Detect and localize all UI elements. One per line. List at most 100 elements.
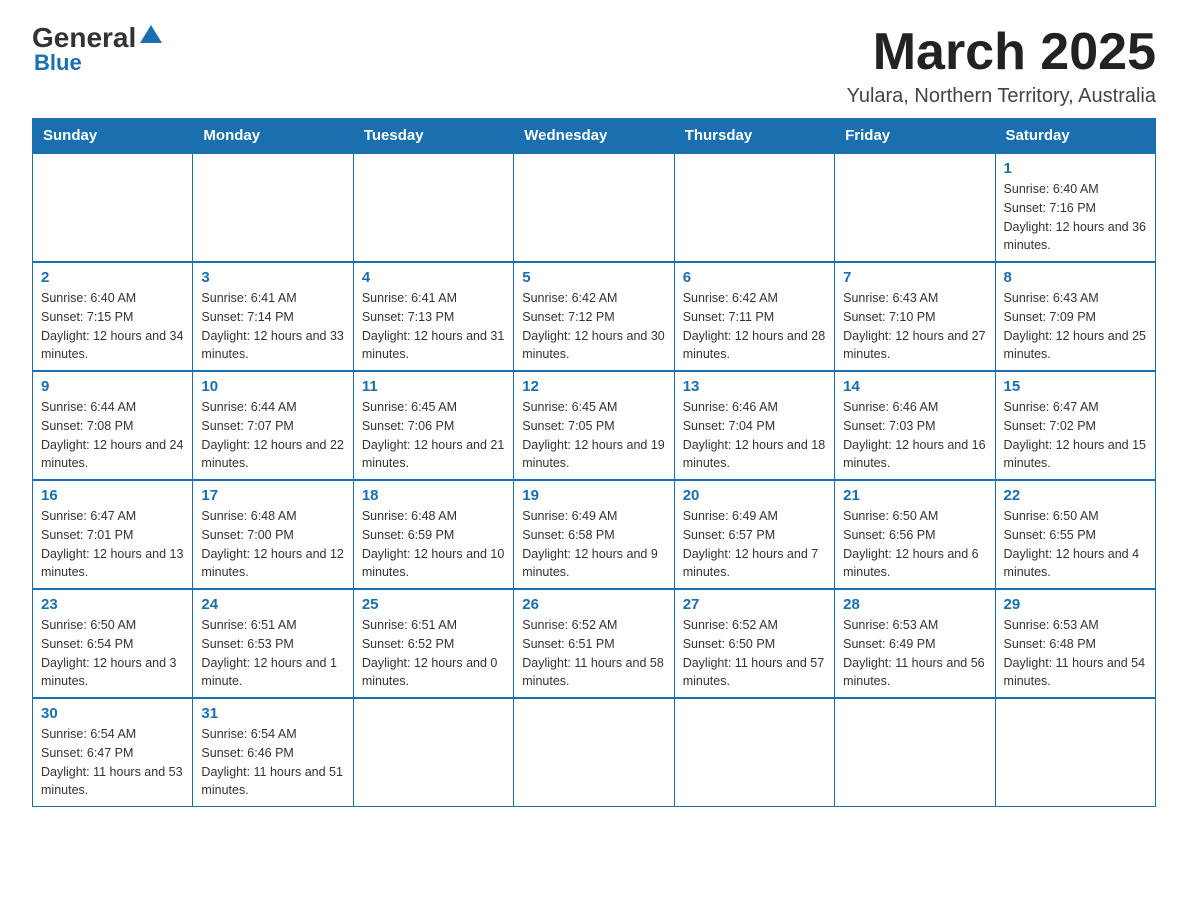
day-info: Sunrise: 6:41 AMSunset: 7:13 PMDaylight:…	[362, 289, 505, 364]
weekday-header-monday: Monday	[193, 119, 353, 154]
weekday-header-tuesday: Tuesday	[353, 119, 513, 154]
logo: General Blue	[32, 24, 162, 76]
calendar-cell: 21 Sunrise: 6:50 AMSunset: 6:56 PMDayligh…	[835, 480, 995, 589]
calendar-cell: 11 Sunrise: 6:45 AMSunset: 7:06 PMDayligh…	[353, 371, 513, 480]
title-block: March 2025 Yulara, Northern Territory, A…	[847, 24, 1156, 108]
weekday-header-row: SundayMondayTuesdayWednesdayThursdayFrid…	[33, 119, 1156, 154]
calendar-cell	[514, 698, 674, 807]
calendar-table: SundayMondayTuesdayWednesdayThursdayFrid…	[32, 118, 1156, 807]
calendar-cell: 31 Sunrise: 6:54 AMSunset: 6:46 PMDayligh…	[193, 698, 353, 807]
calendar-week-row: 9 Sunrise: 6:44 AMSunset: 7:08 PMDaylight…	[33, 371, 1156, 480]
logo-triangle-icon	[140, 23, 162, 50]
day-number: 6	[683, 269, 826, 286]
weekday-header-thursday: Thursday	[674, 119, 834, 154]
day-number: 2	[41, 269, 184, 286]
calendar-week-row: 1 Sunrise: 6:40 AMSunset: 7:16 PMDaylight…	[33, 153, 1156, 262]
day-info: Sunrise: 6:40 AMSunset: 7:16 PMDaylight:…	[1004, 180, 1147, 255]
calendar-cell	[353, 698, 513, 807]
calendar-cell	[835, 698, 995, 807]
day-number: 27	[683, 596, 826, 613]
calendar-cell: 25 Sunrise: 6:51 AMSunset: 6:52 PMDayligh…	[353, 589, 513, 698]
weekday-header-wednesday: Wednesday	[514, 119, 674, 154]
day-number: 1	[1004, 160, 1147, 177]
calendar-cell: 3Sunrise: 6:41 AMSunset: 7:14 PMDaylight…	[193, 262, 353, 371]
day-info: Sunrise: 6:46 AMSunset: 7:03 PMDaylight:…	[843, 398, 986, 473]
day-number: 29	[1004, 596, 1147, 613]
day-info: Sunrise: 6:53 AMSunset: 6:49 PMDaylight:…	[843, 616, 986, 691]
calendar-week-row: 23 Sunrise: 6:50 AMSunset: 6:54 PMDayligh…	[33, 589, 1156, 698]
day-number: 11	[362, 378, 505, 395]
calendar-cell: 16 Sunrise: 6:47 AMSunset: 7:01 PMDayligh…	[33, 480, 193, 589]
day-info: Sunrise: 6:43 AMSunset: 7:10 PMDaylight:…	[843, 289, 986, 364]
day-info: Sunrise: 6:50 AMSunset: 6:56 PMDaylight:…	[843, 507, 986, 582]
calendar-week-row: 16 Sunrise: 6:47 AMSunset: 7:01 PMDayligh…	[33, 480, 1156, 589]
calendar-cell	[674, 153, 834, 262]
day-number: 10	[201, 378, 344, 395]
day-number: 24	[201, 596, 344, 613]
day-info: Sunrise: 6:52 AMSunset: 6:50 PMDaylight:…	[683, 616, 826, 691]
page-header: General Blue March 2025 Yulara, Northern…	[32, 24, 1156, 108]
day-number: 12	[522, 378, 665, 395]
calendar-cell: 5Sunrise: 6:42 AMSunset: 7:12 PMDaylight…	[514, 262, 674, 371]
day-info: Sunrise: 6:46 AMSunset: 7:04 PMDaylight:…	[683, 398, 826, 473]
calendar-cell: 8Sunrise: 6:43 AMSunset: 7:09 PMDaylight…	[995, 262, 1155, 371]
calendar-cell: 24 Sunrise: 6:51 AMSunset: 6:53 PMDayligh…	[193, 589, 353, 698]
calendar-cell: 10 Sunrise: 6:44 AMSunset: 7:07 PMDayligh…	[193, 371, 353, 480]
calendar-cell: 18 Sunrise: 6:48 AMSunset: 6:59 PMDayligh…	[353, 480, 513, 589]
day-number: 21	[843, 487, 986, 504]
day-number: 19	[522, 487, 665, 504]
calendar-cell: 15Sunrise: 6:47 AMSunset: 7:02 PMDayligh…	[995, 371, 1155, 480]
day-number: 25	[362, 596, 505, 613]
calendar-cell: 23 Sunrise: 6:50 AMSunset: 6:54 PMDayligh…	[33, 589, 193, 698]
weekday-header-friday: Friday	[835, 119, 995, 154]
day-number: 22	[1004, 487, 1147, 504]
calendar-cell	[514, 153, 674, 262]
calendar-cell: 27 Sunrise: 6:52 AMSunset: 6:50 PMDayligh…	[674, 589, 834, 698]
day-info: Sunrise: 6:45 AMSunset: 7:06 PMDaylight:…	[362, 398, 505, 473]
day-number: 14	[843, 378, 986, 395]
day-number: 4	[362, 269, 505, 286]
calendar-cell: 14 Sunrise: 6:46 AMSunset: 7:03 PMDayligh…	[835, 371, 995, 480]
calendar-week-row: 30 Sunrise: 6:54 AMSunset: 6:47 PMDayligh…	[33, 698, 1156, 807]
calendar-cell	[193, 153, 353, 262]
day-info: Sunrise: 6:54 AMSunset: 6:47 PMDaylight:…	[41, 725, 184, 800]
day-info: Sunrise: 6:44 AMSunset: 7:08 PMDaylight:…	[41, 398, 184, 473]
calendar-cell: 30 Sunrise: 6:54 AMSunset: 6:47 PMDayligh…	[33, 698, 193, 807]
day-info: Sunrise: 6:42 AMSunset: 7:11 PMDaylight:…	[683, 289, 826, 364]
day-info: Sunrise: 6:44 AMSunset: 7:07 PMDaylight:…	[201, 398, 344, 473]
day-number: 9	[41, 378, 184, 395]
day-info: Sunrise: 6:42 AMSunset: 7:12 PMDaylight:…	[522, 289, 665, 364]
calendar-week-row: 2Sunrise: 6:40 AMSunset: 7:15 PMDaylight…	[33, 262, 1156, 371]
day-info: Sunrise: 6:47 AMSunset: 7:01 PMDaylight:…	[41, 507, 184, 582]
calendar-cell: 12 Sunrise: 6:45 AMSunset: 7:05 PMDayligh…	[514, 371, 674, 480]
calendar-cell: 9 Sunrise: 6:44 AMSunset: 7:08 PMDaylight…	[33, 371, 193, 480]
calendar-cell: 1 Sunrise: 6:40 AMSunset: 7:16 PMDaylight…	[995, 153, 1155, 262]
day-info: Sunrise: 6:52 AMSunset: 6:51 PMDaylight:…	[522, 616, 665, 691]
day-number: 23	[41, 596, 184, 613]
day-info: Sunrise: 6:54 AMSunset: 6:46 PMDaylight:…	[201, 725, 344, 800]
day-number: 30	[41, 705, 184, 722]
weekday-header-saturday: Saturday	[995, 119, 1155, 154]
month-title: March 2025	[847, 24, 1156, 81]
day-info: Sunrise: 6:41 AMSunset: 7:14 PMDaylight:…	[201, 289, 344, 364]
day-info: Sunrise: 6:51 AMSunset: 6:52 PMDaylight:…	[362, 616, 505, 691]
calendar-cell: 7Sunrise: 6:43 AMSunset: 7:10 PMDaylight…	[835, 262, 995, 371]
weekday-header-sunday: Sunday	[33, 119, 193, 154]
day-number: 16	[41, 487, 184, 504]
day-info: Sunrise: 6:49 AMSunset: 6:57 PMDaylight:…	[683, 507, 826, 582]
calendar-cell	[995, 698, 1155, 807]
calendar-cell: 19Sunrise: 6:49 AMSunset: 6:58 PMDayligh…	[514, 480, 674, 589]
day-info: Sunrise: 6:45 AMSunset: 7:05 PMDaylight:…	[522, 398, 665, 473]
day-info: Sunrise: 6:48 AMSunset: 6:59 PMDaylight:…	[362, 507, 505, 582]
calendar-cell	[33, 153, 193, 262]
day-info: Sunrise: 6:50 AMSunset: 6:55 PMDaylight:…	[1004, 507, 1147, 582]
day-number: 15	[1004, 378, 1147, 395]
day-number: 31	[201, 705, 344, 722]
calendar-cell: 29Sunrise: 6:53 AMSunset: 6:48 PMDayligh…	[995, 589, 1155, 698]
calendar-cell	[353, 153, 513, 262]
day-info: Sunrise: 6:50 AMSunset: 6:54 PMDaylight:…	[41, 616, 184, 691]
calendar-cell: 2Sunrise: 6:40 AMSunset: 7:15 PMDaylight…	[33, 262, 193, 371]
day-info: Sunrise: 6:51 AMSunset: 6:53 PMDaylight:…	[201, 616, 344, 691]
day-number: 18	[362, 487, 505, 504]
logo-general-text: General	[32, 24, 136, 52]
